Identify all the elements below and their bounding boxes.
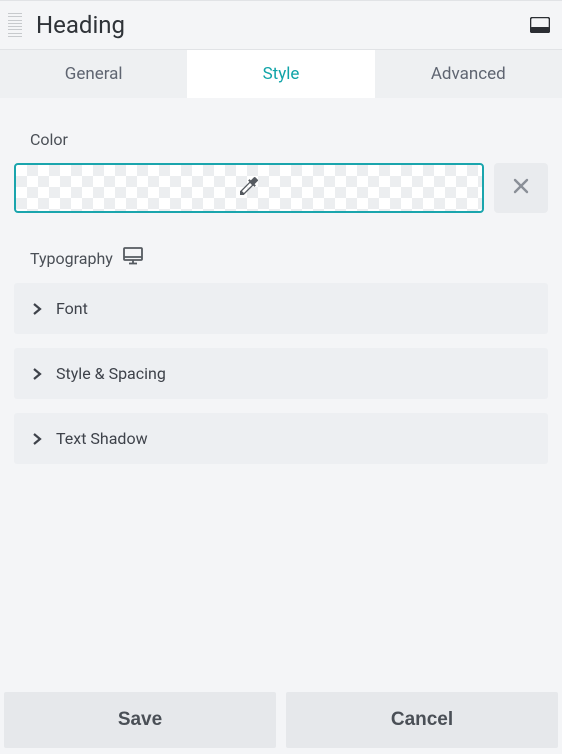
color-section-label: Color (14, 122, 548, 163)
cancel-button[interactable]: Cancel (286, 692, 558, 748)
tabs: General Style Advanced (0, 50, 562, 98)
chevron-right-icon (32, 367, 42, 381)
color-row (14, 163, 548, 213)
accordion-text-shadow[interactable]: Text Shadow (14, 413, 548, 464)
accordion-font-label: Font (56, 299, 88, 318)
close-icon (512, 177, 530, 199)
typography-section-label: Typography (14, 241, 548, 283)
responsive-preview-icon[interactable] (530, 17, 550, 33)
footer: Save Cancel (4, 692, 558, 748)
drag-handle-icon[interactable] (8, 11, 26, 39)
tab-advanced[interactable]: Advanced (375, 50, 562, 98)
tab-style[interactable]: Style (187, 50, 374, 98)
color-picker[interactable] (14, 163, 484, 213)
accordion-style-spacing[interactable]: Style & Spacing (14, 348, 548, 399)
tab-general[interactable]: General (0, 50, 187, 98)
panel-content: Color Typography (0, 98, 562, 464)
desktop-icon[interactable] (123, 247, 143, 269)
accordion-text-shadow-label: Text Shadow (56, 429, 148, 448)
accordion-style-spacing-label: Style & Spacing (56, 364, 166, 383)
clear-color-button[interactable] (494, 163, 548, 213)
page-title: Heading (36, 11, 530, 39)
accordion-font[interactable]: Font (14, 283, 548, 334)
save-button[interactable]: Save (4, 692, 276, 748)
typography-label-text: Typography (30, 249, 113, 268)
chevron-right-icon (32, 302, 42, 316)
chevron-right-icon (32, 432, 42, 446)
eyedropper-icon (237, 174, 261, 202)
panel-header: Heading (0, 0, 562, 50)
